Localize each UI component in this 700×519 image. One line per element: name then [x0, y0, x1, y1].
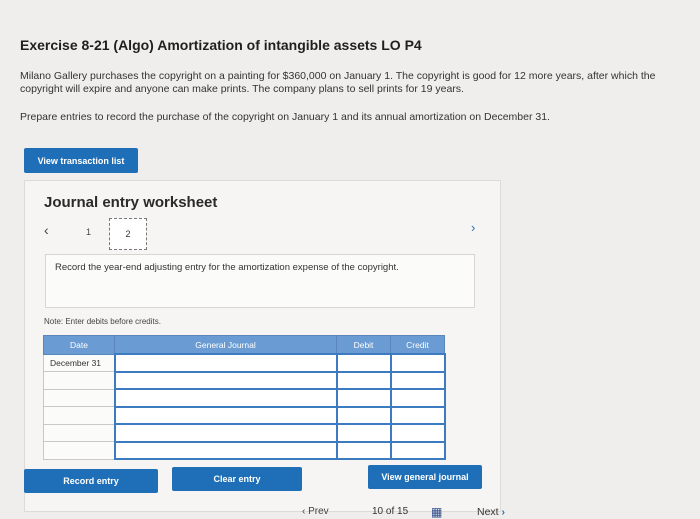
worksheet-page-2[interactable]: 2 — [109, 218, 147, 250]
table-row — [43, 370, 446, 390]
credit-input[interactable] — [389, 353, 446, 373]
worksheet-page-1[interactable]: 1 — [86, 227, 91, 237]
credit-input[interactable] — [389, 423, 446, 443]
chevron-right-icon: › — [501, 506, 506, 518]
table-row — [43, 388, 446, 408]
account-input[interactable] — [113, 353, 338, 373]
date-cell — [43, 406, 115, 425]
table-row — [43, 423, 446, 443]
exercise-title: Exercise 8-21 (Algo) Amortization of int… — [20, 37, 422, 53]
date-cell — [43, 441, 115, 460]
journal-entry-worksheet: Journal entry worksheet ‹ 1 2 › Record t… — [24, 180, 501, 512]
date-header: Date — [43, 335, 115, 355]
instruction-box: Record the year-end adjusting entry for … — [45, 254, 475, 308]
next-label: Next — [477, 506, 499, 518]
table-row — [43, 440, 446, 460]
view-transaction-list-button[interactable]: View transaction list — [24, 148, 138, 173]
credit-header: Credit — [390, 335, 445, 355]
general-journal-header: General Journal — [114, 335, 337, 355]
record-entry-button[interactable]: Record entry — [24, 469, 158, 493]
credit-input[interactable] — [389, 405, 446, 425]
chevron-left-icon[interactable]: ‹ — [44, 222, 49, 238]
problem-description: Milano Gallery purchases the copyright o… — [20, 70, 656, 95]
debit-input[interactable] — [335, 353, 392, 373]
next-button[interactable]: Next › — [477, 506, 505, 518]
debit-header: Debit — [336, 335, 391, 355]
account-input[interactable] — [113, 388, 338, 408]
clear-entry-button[interactable]: Clear entry — [172, 467, 302, 491]
account-input[interactable] — [113, 370, 338, 390]
credit-input[interactable] — [389, 440, 446, 460]
instruction-text: Record the year-end adjusting entry for … — [55, 262, 399, 273]
view-general-journal-button[interactable]: View general journal — [368, 465, 482, 489]
debit-input[interactable] — [335, 423, 392, 443]
debit-input[interactable] — [335, 388, 392, 408]
worksheet-title: Journal entry worksheet — [44, 194, 218, 211]
problem-instructions: Prepare entries to record the purchase o… — [20, 111, 550, 123]
total-questions: 15 — [397, 506, 409, 517]
date-cell — [43, 423, 115, 442]
current-question: 10 — [372, 506, 384, 517]
date-cell: December 31 — [43, 353, 115, 372]
prev-button[interactable]: ‹ Prev — [302, 506, 329, 517]
of-label: of — [385, 506, 395, 517]
debit-input[interactable] — [335, 405, 392, 425]
date-cell — [43, 371, 115, 390]
journal-table: Date General Journal Debit Credit Decemb… — [43, 335, 446, 460]
account-input[interactable] — [113, 405, 338, 425]
debit-input[interactable] — [335, 440, 392, 460]
account-input[interactable] — [113, 440, 338, 460]
page-indicator: 10 of 15 — [372, 506, 408, 517]
credit-input[interactable] — [389, 388, 446, 408]
account-input[interactable] — [113, 423, 338, 443]
prev-label: Prev — [308, 506, 329, 517]
table-row: December 31 — [43, 353, 446, 373]
note-text: Note: Enter debits before credits. — [44, 317, 161, 326]
chevron-right-icon[interactable]: › — [471, 220, 475, 235]
date-cell — [43, 388, 115, 407]
credit-input[interactable] — [389, 370, 446, 390]
table-row — [43, 405, 446, 425]
debit-input[interactable] — [335, 370, 392, 390]
